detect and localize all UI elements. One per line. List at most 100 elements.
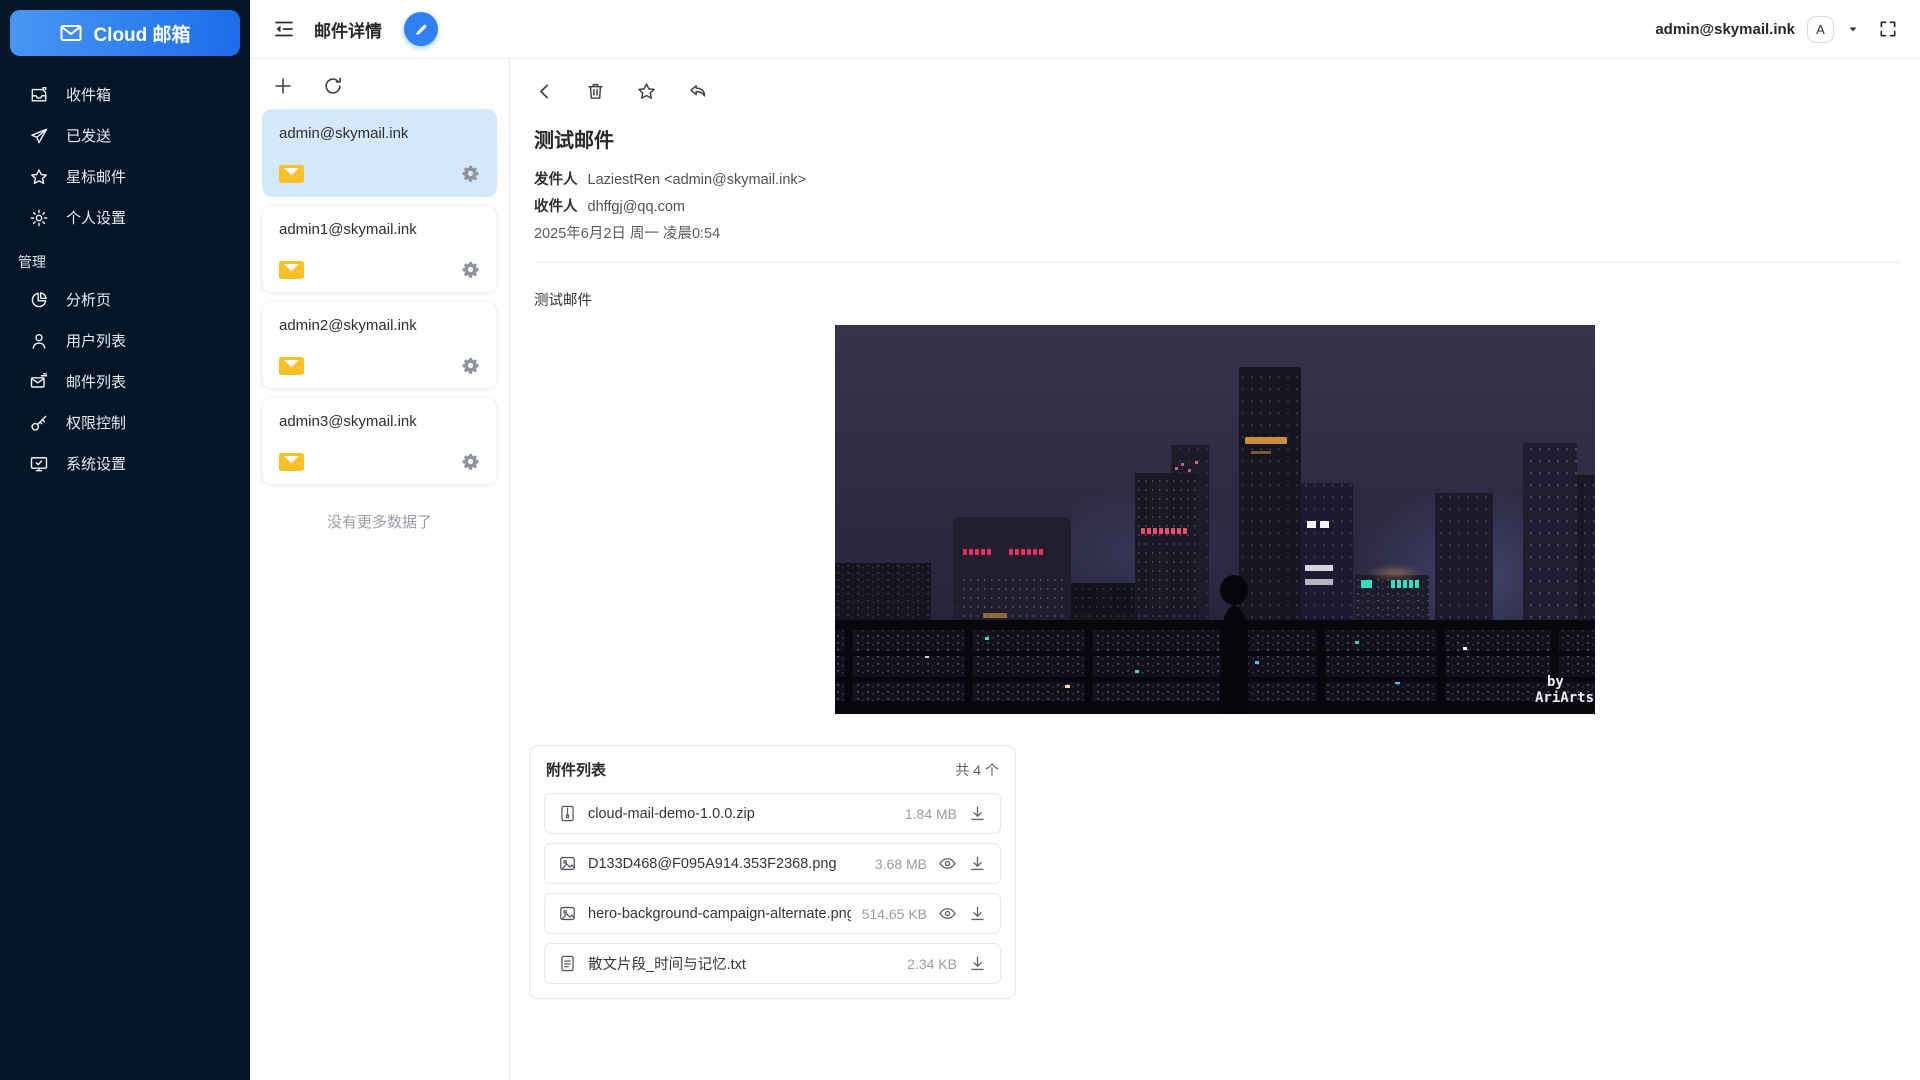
mail-meta: 发件人 LaziestRen <admin@skymail.ink> 收件人 dhf…: [510, 153, 1920, 248]
key-icon: [29, 413, 49, 433]
envelope-icon: [279, 165, 304, 183]
fullscreen-icon[interactable]: [1878, 19, 1898, 39]
city-night-image: by AriArts: [835, 325, 1595, 714]
download-button[interactable]: [968, 804, 987, 823]
preview-button[interactable]: [938, 854, 957, 873]
attachment-row[interactable]: hero-background-campaign-alternate.png 5…: [544, 893, 1001, 934]
sidebar-item-sent[interactable]: 已发送: [0, 115, 250, 156]
mail-list-icon: [29, 372, 49, 392]
sidebar-item-users[interactable]: 用户列表: [0, 320, 250, 361]
account-card[interactable]: admin2@skymail.ink: [262, 301, 497, 389]
attachment-name: cloud-mail-demo-1.0.0.zip: [588, 806, 894, 822]
from-value: LaziestRen <admin@skymail.ink>: [588, 172, 807, 188]
sidebar-item-label: 已发送: [66, 125, 111, 146]
account-card[interactable]: admin@skymail.ink: [262, 109, 497, 197]
pie-chart-icon: [29, 290, 49, 310]
account-settings-button[interactable]: [461, 356, 480, 375]
attachment-name: D133D468@F095A914.353F2368.png: [588, 856, 864, 872]
account-card-email: admin3@skymail.ink: [279, 413, 480, 430]
topbar: 邮件详情 admin@skymail.ink A: [250, 0, 1920, 59]
account-card[interactable]: admin3@skymail.ink: [262, 397, 497, 485]
reply-button[interactable]: [687, 81, 708, 102]
gear-icon: [29, 208, 49, 228]
sidebar-item-label: 收件箱: [66, 84, 111, 105]
sidebar-section-label: 管理: [0, 238, 250, 279]
sidebar-item-permissions[interactable]: 权限控制: [0, 402, 250, 443]
account-settings-button[interactable]: [461, 452, 480, 471]
attachment-size: 3.68 MB: [875, 856, 927, 872]
back-button[interactable]: [534, 81, 555, 102]
delete-button[interactable]: [585, 81, 606, 102]
caret-down-icon[interactable]: [1846, 22, 1860, 36]
account-list-toolbar: [250, 59, 509, 109]
compose-button[interactable]: [404, 12, 438, 46]
account-settings-button[interactable]: [461, 164, 480, 183]
download-button[interactable]: [968, 954, 987, 973]
send-icon: [29, 126, 49, 146]
monitor-icon: [29, 454, 49, 474]
collapse-menu-icon[interactable]: [272, 17, 296, 41]
mail-subject: 测试邮件: [510, 102, 1920, 153]
add-account-button[interactable]: [272, 75, 294, 97]
page-title: 邮件详情: [314, 17, 382, 42]
account-card-email: admin@skymail.ink: [279, 125, 480, 142]
mail-to-row: 收件人 dhffgj@qq.com: [534, 194, 1896, 221]
attachment-count: 共 4 个: [955, 760, 999, 780]
mail-from-row: 发件人 LaziestRen <admin@skymail.ink>: [534, 167, 1896, 194]
mail-detail-panel: 测试邮件 发件人 LaziestRen <admin@skymail.ink> 收…: [510, 59, 1920, 1080]
mail-body-text: 测试邮件: [510, 263, 1920, 310]
download-button[interactable]: [968, 854, 987, 873]
sidebar-item-inbox[interactable]: 收件箱: [0, 74, 250, 115]
app-logo-text: Cloud 邮箱: [93, 20, 190, 47]
sidebar: Cloud 邮箱 收件箱 已发送 星标邮件 个人设置 管理 分析页 用户列表: [0, 0, 250, 1080]
sidebar-item-label: 权限控制: [66, 412, 126, 433]
attachment-row[interactable]: cloud-mail-demo-1.0.0.zip 1.84 MB: [544, 793, 1001, 834]
refresh-button[interactable]: [322, 75, 344, 97]
account-email: admin@skymail.ink: [1655, 21, 1795, 38]
from-label: 发件人: [534, 172, 578, 188]
sidebar-item-label: 星标邮件: [66, 166, 126, 187]
attachment-name: 散文片段_时间与记忆.txt: [588, 953, 896, 974]
account-settings-button[interactable]: [461, 260, 480, 279]
sidebar-item-starred[interactable]: 星标邮件: [0, 156, 250, 197]
sidebar-item-label: 分析页: [66, 289, 111, 310]
preview-button[interactable]: [938, 904, 957, 923]
sidebar-item-label: 系统设置: [66, 453, 126, 474]
pencil-icon: [413, 21, 430, 38]
app-logo[interactable]: Cloud 邮箱: [10, 10, 240, 56]
envelope-icon: [279, 261, 304, 279]
attachment-panel-title: 附件列表: [546, 759, 606, 780]
sidebar-item-personal-settings[interactable]: 个人设置: [0, 197, 250, 238]
refresh-icon: [322, 75, 344, 97]
plus-icon: [272, 75, 294, 97]
envelope-icon: [279, 453, 304, 471]
to-label: 收件人: [534, 199, 578, 215]
sidebar-item-mail-list[interactable]: 邮件列表: [0, 361, 250, 402]
zip-file-icon: [558, 804, 577, 823]
text-file-icon: [558, 954, 577, 973]
avatar[interactable]: A: [1807, 16, 1834, 43]
download-button[interactable]: [968, 904, 987, 923]
sidebar-item-label: 个人设置: [66, 207, 126, 228]
sidebar-item-system-settings[interactable]: 系统设置: [0, 443, 250, 484]
image-watermark-line2: AriArts: [1535, 690, 1594, 706]
attachment-name: hero-background-campaign-alternate.png: [588, 906, 851, 922]
mail-body-image[interactable]: by AriArts: [835, 325, 1595, 714]
mail-date: 2025年6月2日 周一 凌晨0:54: [534, 221, 1896, 248]
account-card[interactable]: admin1@skymail.ink: [262, 205, 497, 293]
attachment-size: 2.34 KB: [907, 956, 957, 972]
to-value: dhffgj@qq.com: [588, 199, 685, 215]
image-file-icon: [558, 854, 577, 873]
account-list-panel: admin@skymail.ink admin1@skymail.ink adm…: [250, 59, 510, 1080]
attachment-size: 1.84 MB: [905, 806, 957, 822]
image-watermark-line1: by: [1547, 674, 1564, 690]
envelope-icon: [279, 357, 304, 375]
attachment-row[interactable]: D133D468@F095A914.353F2368.png 3.68 MB: [544, 843, 1001, 884]
attachment-row[interactable]: 散文片段_时间与记忆.txt 2.34 KB: [544, 943, 1001, 984]
sidebar-item-analytics[interactable]: 分析页: [0, 279, 250, 320]
envelope-icon: [59, 21, 83, 45]
star-button[interactable]: [636, 81, 657, 102]
topbar-account-area: admin@skymail.ink A: [1655, 16, 1898, 43]
no-more-data-label: 没有更多数据了: [250, 511, 509, 532]
user-icon: [29, 331, 49, 351]
